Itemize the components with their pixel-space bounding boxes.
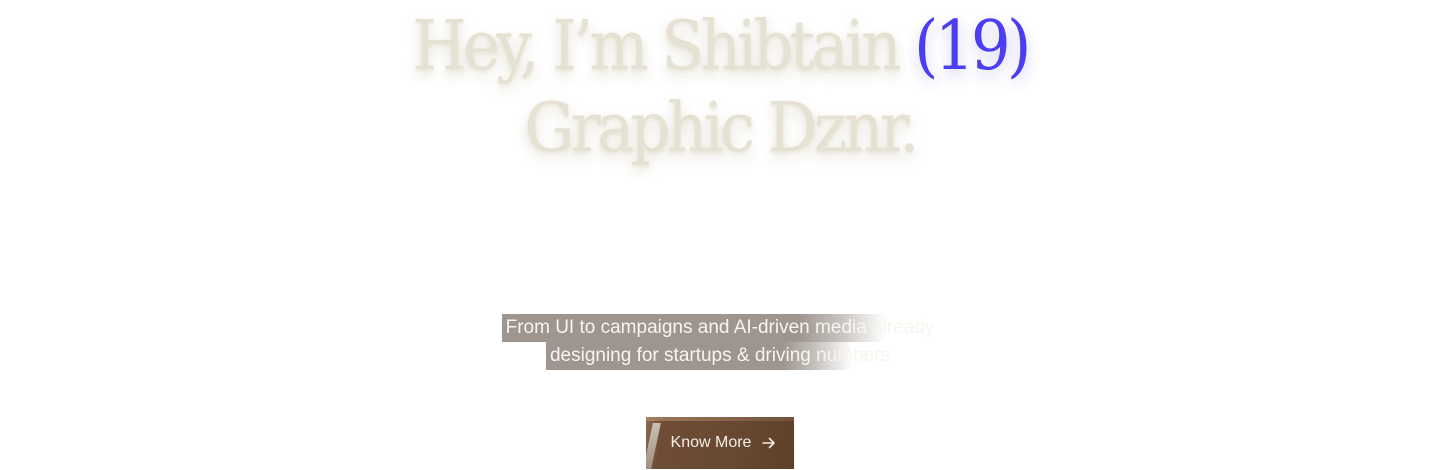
hero-subtitle-line-2: designing for startups & driving numbers [545, 342, 895, 370]
hero-subtitle: From UI to campaigns and AI-driven media… [0, 314, 1440, 370]
hero-heading-line-1: Hey, I’m Shibtain (19) [58, 6, 1383, 88]
hero-age: (19) [914, 7, 1031, 86]
hero-subtitle-line-1: From UI to campaigns and AI-driven media… [501, 314, 939, 342]
know-more-label: Know More [670, 434, 752, 451]
hero-section: Hey, I’m Shibtain (19) Graphic Dznr. Fro… [0, 0, 1440, 470]
arrow-right-icon [761, 435, 777, 451]
hero-heading: Hey, I’m Shibtain (19) Graphic Dznr. [58, 6, 1383, 170]
hero-name: Hey, I’m Shibtain [412, 7, 901, 86]
hero-heading-line-2: Graphic Dznr. [524, 89, 920, 168]
know-more-button[interactable]: Know More [646, 417, 794, 469]
